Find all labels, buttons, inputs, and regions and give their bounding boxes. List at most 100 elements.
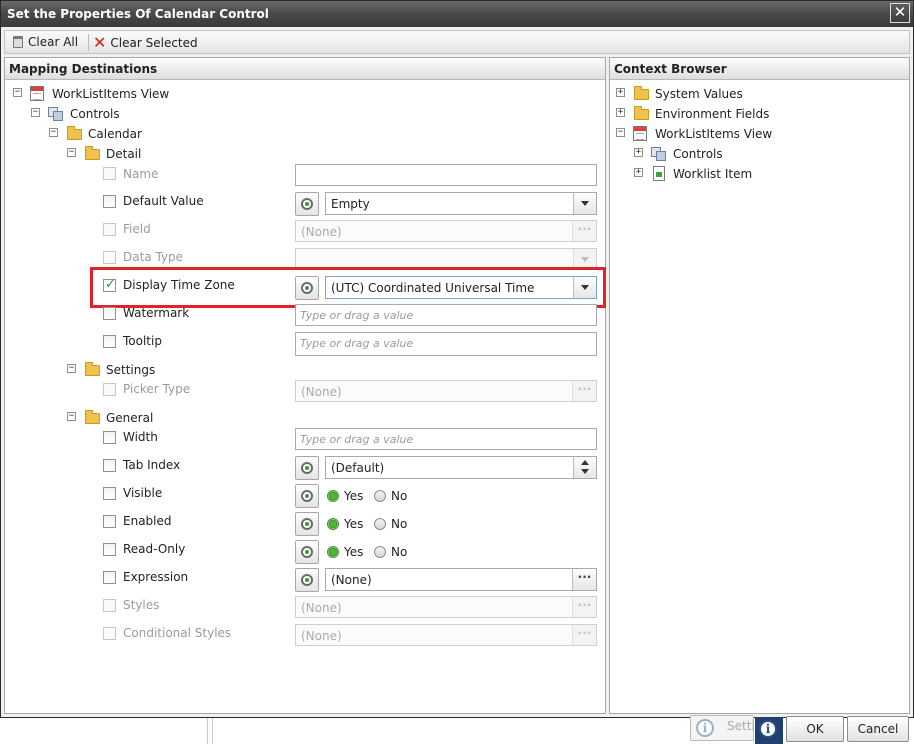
read-only-yes-radio[interactable] bbox=[327, 546, 339, 558]
visible-yes-radio[interactable] bbox=[327, 490, 339, 502]
read-only-no-radio[interactable] bbox=[374, 546, 386, 558]
name-input[interactable] bbox=[295, 164, 597, 186]
ellipsis-icon: ··· bbox=[572, 221, 596, 241]
name-label: Name bbox=[123, 167, 159, 181]
collapse-toggle-calendar[interactable]: − bbox=[49, 128, 58, 137]
collapse-toggle-detail[interactable]: − bbox=[67, 148, 76, 157]
width-checkbox[interactable] bbox=[103, 431, 116, 444]
info-icon: i bbox=[696, 719, 714, 737]
mapping-gear-icon bbox=[301, 462, 313, 474]
ellipsis-icon: ··· bbox=[572, 597, 596, 617]
display-time-zone-value: (UTC) Coordinated Universal Time bbox=[331, 281, 535, 295]
mapping-gear-icon bbox=[301, 282, 313, 294]
tab-index-value: (Default) bbox=[331, 461, 385, 475]
context-item-controls[interactable]: Controls bbox=[673, 147, 723, 161]
expand-toggle-worklist-item[interactable]: + bbox=[634, 168, 643, 177]
enabled-yes-radio[interactable] bbox=[327, 518, 339, 530]
read-only-mapping-button[interactable] bbox=[295, 540, 319, 564]
default-value-dropdown[interactable]: Empty bbox=[325, 192, 597, 215]
divider bbox=[207, 718, 208, 744]
spinner-arrows-icon[interactable] bbox=[573, 457, 596, 478]
expand-toggle-system-values[interactable]: + bbox=[616, 88, 625, 97]
enabled-mapping-button[interactable] bbox=[295, 512, 319, 536]
divider bbox=[212, 718, 213, 744]
tree-item-controls[interactable]: Controls bbox=[70, 107, 120, 121]
chevron-down-icon[interactable] bbox=[573, 193, 596, 214]
display-time-zone-checkbox[interactable]: ✓ bbox=[103, 277, 116, 292]
collapse-toggle-root[interactable]: − bbox=[13, 88, 22, 97]
context-item-worklistitems-view[interactable]: WorkListItems View bbox=[655, 127, 772, 141]
tooltip-input[interactable]: Type or drag a value bbox=[295, 332, 597, 356]
help-button[interactable]: i bbox=[755, 717, 783, 744]
context-item-system-values[interactable]: System Values bbox=[655, 87, 743, 101]
tooltip-placeholder: Type or drag a value bbox=[300, 337, 414, 350]
context-item-worklist-item[interactable]: Worklist Item bbox=[673, 167, 752, 181]
context-item-environment-fields[interactable]: Environment Fields bbox=[655, 107, 769, 121]
mapping-gear-icon bbox=[301, 490, 313, 502]
ellipsis-icon[interactable]: ··· bbox=[572, 569, 596, 590]
visible-no-radio[interactable] bbox=[374, 490, 386, 502]
watermark-input[interactable]: Type or drag a value bbox=[295, 304, 597, 326]
watermark-checkbox[interactable] bbox=[103, 307, 116, 320]
folder-icon bbox=[634, 86, 649, 100]
expand-toggle-controls[interactable]: + bbox=[634, 148, 643, 157]
clear-selected-button[interactable]: ✕ Clear Selected bbox=[93, 35, 198, 51]
tooltip-label: Tooltip bbox=[123, 334, 162, 348]
visible-mapping-button[interactable] bbox=[295, 484, 319, 508]
width-input[interactable]: Type or drag a value bbox=[295, 428, 597, 450]
default-value-checkbox[interactable] bbox=[103, 195, 116, 208]
folder-icon bbox=[67, 126, 82, 140]
controls-icon bbox=[48, 107, 63, 121]
tree-item-detail[interactable]: Detail bbox=[106, 147, 141, 161]
expand-toggle-environment-fields[interactable]: + bbox=[616, 108, 625, 117]
mapping-gear-icon bbox=[301, 574, 313, 586]
context-browser-header: Context Browser bbox=[610, 58, 909, 80]
clear-all-label: Clear All bbox=[28, 35, 79, 49]
ok-button[interactable]: OK bbox=[786, 716, 844, 742]
chevron-down-icon[interactable] bbox=[573, 277, 596, 298]
view-icon bbox=[30, 86, 44, 101]
tree-item-calendar[interactable]: Calendar bbox=[88, 127, 142, 141]
tooltip-checkbox[interactable] bbox=[103, 335, 116, 348]
expression-input[interactable]: (None) ··· bbox=[325, 568, 597, 591]
enabled-no-radio[interactable] bbox=[374, 518, 386, 530]
bottom-bar: Setti i i OK Cancel bbox=[0, 715, 914, 744]
conditional-styles-input: (None) ··· bbox=[295, 624, 597, 646]
collapse-toggle-worklistitems-view[interactable]: − bbox=[616, 128, 625, 137]
close-icon[interactable]: ✕ bbox=[890, 3, 910, 23]
collapse-toggle-controls[interactable]: − bbox=[31, 108, 40, 117]
picker-type-label: Picker Type bbox=[123, 382, 191, 396]
cancel-button[interactable]: Cancel bbox=[847, 716, 909, 742]
width-placeholder: Type or drag a value bbox=[300, 433, 414, 446]
width-label: Width bbox=[123, 430, 158, 444]
picker-type-input: (None) ··· bbox=[295, 380, 597, 402]
collapse-toggle-settings[interactable]: − bbox=[67, 364, 76, 373]
mapping-gear-icon bbox=[301, 198, 313, 210]
conditional-styles-value: (None) bbox=[301, 629, 342, 643]
visible-checkbox[interactable] bbox=[103, 487, 116, 500]
tab-index-spinner[interactable]: (Default) bbox=[325, 456, 597, 479]
read-only-checkbox[interactable] bbox=[103, 543, 116, 556]
picker-type-checkbox bbox=[103, 383, 116, 396]
read-only-yes-label: Yes bbox=[344, 545, 364, 559]
background-button-label: Setti bbox=[727, 719, 755, 733]
expression-mapping-button[interactable] bbox=[295, 568, 319, 592]
collapse-toggle-general[interactable]: − bbox=[67, 412, 76, 421]
tab-index-checkbox[interactable] bbox=[103, 459, 116, 472]
tab-index-mapping-button[interactable] bbox=[295, 456, 319, 480]
clear-all-button[interactable]: Clear All bbox=[13, 35, 78, 51]
mapping-destinations-header: Mapping Destinations bbox=[5, 58, 605, 80]
default-value-mapping-button[interactable] bbox=[295, 192, 319, 216]
enabled-checkbox[interactable] bbox=[103, 515, 116, 528]
trash-icon bbox=[13, 36, 23, 48]
display-time-zone-mapping-button[interactable] bbox=[295, 276, 319, 300]
tree-item-settings[interactable]: Settings bbox=[106, 363, 155, 377]
visible-label: Visible bbox=[123, 486, 163, 500]
tree-item-general[interactable]: General bbox=[106, 411, 153, 425]
expression-checkbox[interactable] bbox=[103, 571, 116, 584]
watermark-placeholder: Type or drag a value bbox=[300, 309, 414, 322]
display-time-zone-dropdown[interactable]: (UTC) Coordinated Universal Time bbox=[325, 276, 597, 299]
controls-icon bbox=[651, 147, 666, 161]
tree-item-worklistitems-view[interactable]: WorkListItems View bbox=[52, 87, 169, 101]
display-time-zone-label: Display Time Zone bbox=[123, 278, 235, 292]
